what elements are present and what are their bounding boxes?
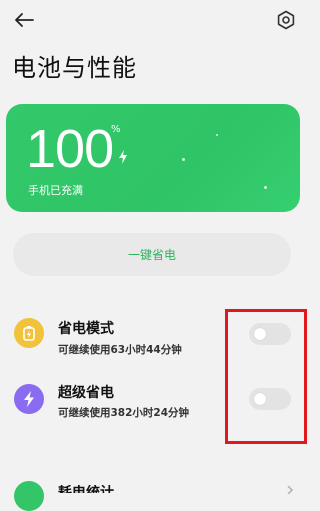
mode-remaining-time: 可继续使用382小时24分钟 — [58, 407, 190, 419]
battery-percent: 100 — [26, 119, 114, 179]
usage-stats-title[interactable]: 耗电统计 — [58, 485, 114, 493]
sparkle-decoration — [182, 158, 185, 161]
usage-stats-icon — [14, 481, 44, 511]
sparkle-decoration — [264, 186, 267, 189]
battery-status-text: 手机已充满 — [28, 184, 83, 197]
settings-button[interactable] — [273, 7, 299, 33]
back-button[interactable] — [10, 8, 38, 32]
gear-icon — [277, 10, 295, 30]
page-title: 电池与性能 — [12, 54, 137, 82]
battery-percent-unit: % — [111, 124, 121, 135]
mode-title: 省电模式 — [58, 321, 114, 337]
sparkle-decoration — [216, 134, 218, 136]
highlight-annotation-box — [225, 309, 307, 444]
arrow-left-icon — [15, 13, 34, 27]
one-key-save-button[interactable]: 一键省电 — [13, 233, 291, 276]
mode-title: 超级省电 — [58, 385, 114, 401]
charging-bolt-icon — [119, 150, 127, 164]
top-bar — [0, 0, 313, 40]
lightning-icon — [14, 384, 44, 414]
battery-status-card: 100 % 手机已充满 — [6, 104, 300, 212]
mode-remaining-time: 可继续使用63小时44分钟 — [58, 344, 182, 356]
battery-saver-icon — [14, 318, 44, 348]
